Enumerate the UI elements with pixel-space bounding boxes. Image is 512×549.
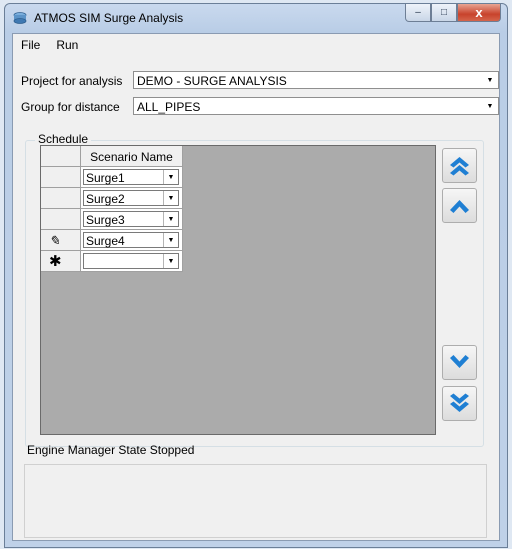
scenario-cell[interactable]: Surge1 ▼ [81,167,183,188]
schedule-title: Schedule [35,132,92,146]
menu-run[interactable]: Run [48,34,86,54]
minimize-button[interactable]: – [405,4,431,22]
grid-corner[interactable] [41,146,81,167]
move-down-button[interactable] [442,345,477,380]
scenario-cell[interactable]: ▼ [81,251,183,272]
scenario-value: Surge1 [86,171,125,185]
column-header-scenario[interactable]: Scenario Name [81,146,183,167]
maximize-icon: □ [440,7,448,18]
chevron-down-icon[interactable]: ▼ [163,233,178,247]
menu-bar: File Run [13,34,86,54]
chevron-down-icon[interactable]: ▼ [482,98,498,114]
group-combo[interactable]: ALL_PIPES ▼ [133,97,499,115]
row-header[interactable]: ✎ [41,230,81,251]
minimize-icon: – [415,7,421,18]
window-title: ATMOS SIM Surge Analysis [34,11,184,25]
double-chevron-up-icon [450,157,469,176]
row-header[interactable] [41,188,81,209]
move-to-bottom-button[interactable] [442,386,477,421]
app-window: ATMOS SIM Surge Analysis – □ x File Run … [4,3,508,548]
chevron-down-icon[interactable]: ▼ [163,170,178,184]
engine-status: Engine Manager State Stopped [27,443,195,457]
row-header[interactable]: ✱ [41,251,81,272]
title-bar[interactable]: ATMOS SIM Surge Analysis – □ x [5,4,507,32]
scenario-combo[interactable]: ▼ [83,253,179,269]
close-button[interactable]: x [457,4,501,22]
close-icon: x [475,5,483,20]
new-row-icon: ✱ [49,253,62,270]
menu-file[interactable]: File [13,34,48,54]
scenario-combo[interactable]: Surge2 ▼ [83,190,179,206]
group-value: ALL_PIPES [137,100,201,114]
log-panel[interactable] [24,464,487,538]
chevron-down-icon[interactable]: ▼ [482,72,498,88]
schedule-grid[interactable]: Scenario Name Surge1 ▼ Surge2 ▼ Surge3 ▼… [40,145,436,435]
scenario-cell[interactable]: Surge2 ▼ [81,188,183,209]
pencil-icon: ✎ [49,233,60,248]
double-chevron-down-icon [450,393,469,412]
chevron-down-icon[interactable]: ▼ [163,191,178,205]
app-icon [13,12,27,24]
scenario-value: Surge4 [86,234,125,248]
scenario-value: Surge2 [86,192,125,206]
project-value: DEMO - SURGE ANALYSIS [137,74,287,88]
client-area: File Run Project for analysis DEMO - SUR… [12,33,500,541]
project-combo[interactable]: DEMO - SURGE ANALYSIS ▼ [133,71,499,89]
maximize-button[interactable]: □ [431,4,457,22]
chevron-down-icon[interactable]: ▼ [163,254,178,268]
group-label: Group for distance [21,100,120,114]
chevron-down-icon [450,355,469,368]
scenario-combo[interactable]: Surge4 ▼ [83,232,179,248]
scenario-combo[interactable]: Surge3 ▼ [83,211,179,227]
row-header[interactable] [41,209,81,230]
scenario-combo[interactable]: Surge1 ▼ [83,169,179,185]
row-header[interactable] [41,167,81,188]
project-label: Project for analysis [21,74,123,88]
move-up-button[interactable] [442,188,477,223]
scenario-cell[interactable]: Surge3 ▼ [81,209,183,230]
move-to-top-button[interactable] [442,148,477,183]
scenario-value: Surge3 [86,213,125,227]
scenario-cell[interactable]: Surge4 ▼ [81,230,183,251]
chevron-down-icon[interactable]: ▼ [163,212,178,226]
chevron-up-icon [450,200,469,213]
